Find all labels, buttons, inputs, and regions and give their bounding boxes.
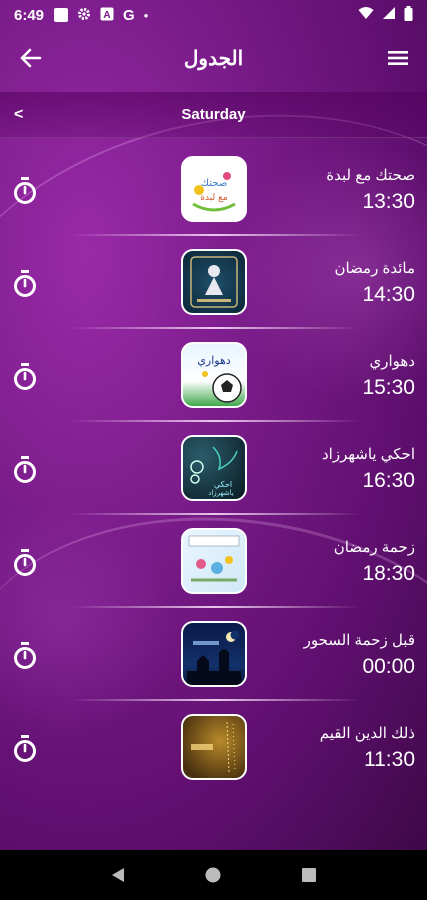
- program-name: قبل زحمة السحور: [303, 632, 415, 649]
- notification-square-icon: [54, 8, 69, 22]
- app-screen: 6:49 A G • الجدول < Saturday صحتك مع لبد…: [0, 0, 427, 850]
- wifi-icon: [358, 6, 374, 24]
- row-divider: [70, 606, 360, 608]
- day-label: Saturday: [181, 106, 246, 123]
- previous-day-button[interactable]: <: [14, 102, 34, 128]
- program-thumbnail: [181, 528, 247, 594]
- google-icon: G: [123, 6, 135, 24]
- program-thumbnail: [181, 714, 247, 780]
- program-name: ذلك الدين القيم: [319, 725, 415, 742]
- schedule-list: صحتك مع لبدة صحتك مع لبدة 13:30 مائدة رمض…: [0, 148, 427, 799]
- menu-button[interactable]: [381, 42, 415, 74]
- back-triangle-icon[interactable]: [109, 866, 127, 884]
- page-title: الجدول: [183, 47, 244, 70]
- program-time: 16:30: [362, 469, 415, 492]
- back-button[interactable]: [14, 42, 48, 74]
- recents-square-icon[interactable]: [300, 866, 318, 884]
- status-bar: 6:49 A G •: [0, 0, 427, 30]
- schedule-row[interactable]: صحتك مع لبدة صحتك مع لبدة 13:30: [0, 148, 427, 241]
- schedule-row[interactable]: ذلك الدين القيم 11:30: [0, 706, 427, 799]
- program-thumbnail: [181, 621, 247, 687]
- program-time: 15:30: [362, 376, 415, 399]
- svg-text:ياشهرزاد: ياشهرزاد: [208, 489, 234, 497]
- gear-icon: [77, 7, 91, 24]
- row-divider: [70, 327, 360, 329]
- day-selector: < Saturday: [0, 92, 427, 138]
- svg-text:مع لبدة: مع لبدة: [200, 193, 228, 203]
- stopwatch-icon[interactable]: [12, 734, 38, 764]
- app-bar: الجدول: [0, 30, 427, 86]
- arrow-left-icon: [20, 48, 42, 68]
- system-nav-bar: [0, 850, 427, 900]
- home-circle-icon[interactable]: [204, 866, 222, 884]
- schedule-row[interactable]: زحمة رمضان 18:30: [0, 520, 427, 613]
- row-divider: [70, 234, 360, 236]
- schedule-row[interactable]: مائدة رمضان 14:30: [0, 241, 427, 334]
- program-time: 18:30: [362, 562, 415, 585]
- schedule-row[interactable]: دهواري دهواري 15:30: [0, 334, 427, 427]
- program-thumbnail: احكي ياشهرزاد: [181, 435, 247, 501]
- row-divider: [70, 699, 360, 701]
- program-name: صحتك مع لبدة: [326, 167, 415, 184]
- dot-icon: •: [143, 7, 149, 23]
- schedule-row[interactable]: احكي ياشهرزاد احكي ياشهرزاد 16:30: [0, 427, 427, 520]
- program-name: دهواري: [369, 353, 416, 370]
- program-thumbnail: [181, 249, 247, 315]
- battery-icon: [404, 5, 413, 25]
- stopwatch-icon[interactable]: [12, 176, 38, 206]
- program-name: مائدة رمضان: [334, 260, 415, 277]
- program-thumbnail: دهواري: [181, 342, 247, 408]
- signal-icon: [382, 6, 396, 24]
- status-right-icons: [358, 5, 413, 25]
- program-time: 14:30: [362, 283, 415, 306]
- program-time: 11:30: [364, 748, 415, 771]
- stopwatch-icon[interactable]: [12, 455, 38, 485]
- row-divider: [70, 513, 360, 515]
- program-time: 13:30: [362, 190, 415, 213]
- schedule-row[interactable]: قبل زحمة السحور 00:00: [0, 613, 427, 706]
- program-name: زحمة رمضان: [333, 539, 415, 556]
- program-time: 00:00: [362, 655, 415, 678]
- svg-text:دهواري: دهواري: [197, 354, 230, 367]
- svg-text:احكي: احكي: [214, 480, 232, 489]
- svg-text:A: A: [103, 10, 110, 21]
- stopwatch-icon[interactable]: [12, 548, 38, 578]
- program-thumbnail: صحتك مع لبدة: [181, 156, 247, 222]
- hamburger-menu-icon: [388, 51, 408, 65]
- stopwatch-icon[interactable]: [12, 269, 38, 299]
- row-divider: [70, 420, 360, 422]
- stopwatch-icon[interactable]: [12, 362, 38, 392]
- stopwatch-icon[interactable]: [12, 641, 38, 671]
- svg-text:صحتك: صحتك: [201, 178, 227, 189]
- status-time: 6:49: [14, 6, 45, 24]
- a-badge-icon: A: [100, 7, 114, 24]
- program-name: احكي ياشهرزاد: [322, 446, 415, 463]
